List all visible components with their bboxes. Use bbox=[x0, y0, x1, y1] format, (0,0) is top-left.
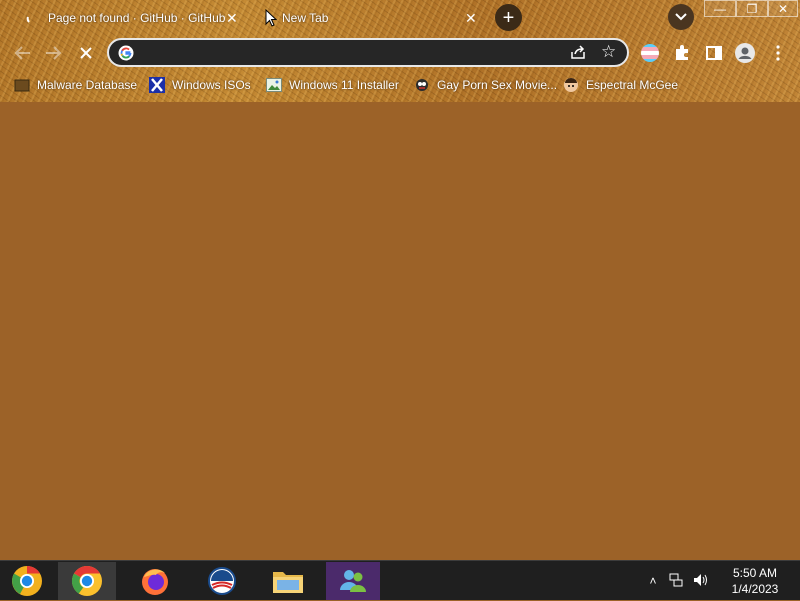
tab-title: New Tab bbox=[282, 11, 329, 25]
chrome-canary-icon bbox=[12, 566, 42, 596]
taskbar-messenger[interactable] bbox=[326, 562, 380, 600]
stop-button[interactable] bbox=[74, 41, 98, 65]
taskbar: ˄ 5:50 AM 1/4/2023 bbox=[0, 560, 800, 600]
bookmark-malware-database[interactable]: Malware Database bbox=[14, 74, 137, 96]
bookmark-label: Windows ISOs bbox=[172, 78, 251, 92]
tab-new-tab[interactable]: New Tab ✕ bbox=[262, 4, 484, 32]
plus-icon: + bbox=[502, 6, 515, 29]
new-tab-button[interactable]: + bbox=[495, 4, 522, 31]
bookmark-windows-11-installer[interactable]: Windows 11 Installer bbox=[266, 74, 399, 96]
loading-spinner-icon bbox=[26, 16, 30, 23]
obama-logo-icon bbox=[208, 567, 236, 595]
taskbar-firefox[interactable] bbox=[132, 562, 178, 600]
firefox-icon bbox=[142, 569, 168, 595]
window-controls: — ❐ ✕ bbox=[704, 0, 798, 18]
volume-icon[interactable] bbox=[692, 572, 708, 591]
show-hidden-icons-chevron[interactable]: ˄ bbox=[646, 574, 660, 588]
chevron-down-icon bbox=[675, 13, 687, 21]
messenger-icon bbox=[340, 570, 366, 592]
side-panel-icon[interactable] bbox=[703, 42, 725, 64]
close-window-button[interactable]: ✕ bbox=[768, 0, 798, 17]
taskbar-file-explorer[interactable] bbox=[262, 562, 314, 600]
folder-icon bbox=[273, 572, 303, 593]
google-g-icon bbox=[118, 45, 134, 61]
tab-title: Page not found · GitHub · GitHub bbox=[48, 11, 226, 25]
chrome-icon bbox=[71, 566, 102, 596]
bookmark-gay-porn-sex-movie[interactable]: Gay Porn Sex Movie... bbox=[414, 74, 557, 96]
arrow-right-icon bbox=[46, 46, 62, 60]
sonic-favicon-icon bbox=[414, 77, 430, 93]
maximize-button[interactable]: ❐ bbox=[736, 0, 768, 17]
clock-time: 5:50 AM bbox=[732, 566, 778, 580]
taskbar-obama-logo[interactable] bbox=[199, 562, 245, 600]
profile-avatar-icon[interactable] bbox=[734, 42, 756, 64]
address-bar[interactable]: ☆ bbox=[107, 38, 629, 67]
tab-search-button[interactable] bbox=[668, 4, 694, 30]
bookmark-label: Espectral McGee bbox=[586, 78, 679, 92]
tab-close-icon[interactable]: ✕ bbox=[226, 10, 238, 27]
network-icon[interactable] bbox=[668, 572, 684, 591]
taskbar-chrome-canary[interactable] bbox=[4, 562, 50, 600]
share-icon[interactable] bbox=[570, 44, 586, 60]
bookmark-espectral-mcgee[interactable]: Espectral McGee bbox=[563, 74, 678, 96]
x-favicon-icon bbox=[149, 77, 165, 93]
system-tray: ˄ bbox=[646, 561, 708, 601]
image-favicon-icon bbox=[266, 77, 282, 93]
address-input[interactable] bbox=[141, 43, 561, 63]
profile-flag-extension-icon[interactable] bbox=[639, 42, 661, 64]
toolbar: ☆ bbox=[0, 36, 800, 70]
arrow-left-icon bbox=[14, 46, 30, 60]
forward-button[interactable] bbox=[42, 41, 66, 65]
bookmark-label: Malware Database bbox=[37, 78, 138, 92]
stop-icon bbox=[80, 47, 92, 59]
bookmarks-bar: Malware Database Windows ISOs Windows 11… bbox=[0, 72, 800, 98]
bookmark-label: Windows 11 Installer bbox=[289, 78, 399, 92]
browser-frame: Page not found · GitHub · GitHub ✕ New T… bbox=[0, 0, 800, 102]
mouse-cursor-icon bbox=[265, 9, 277, 27]
clock[interactable]: 5:50 AM 1/4/2023 bbox=[720, 565, 790, 597]
clock-date: 1/4/2023 bbox=[731, 582, 779, 596]
bookmark-label: Gay Porn Sex Movie... bbox=[437, 78, 558, 92]
minimize-button[interactable]: — bbox=[704, 0, 736, 17]
malware-favicon-icon bbox=[14, 77, 30, 93]
tab-close-icon[interactable]: ✕ bbox=[465, 10, 477, 27]
back-button[interactable] bbox=[10, 41, 34, 65]
bookmark-star-icon[interactable]: ☆ bbox=[601, 42, 616, 62]
taskbar-chrome[interactable] bbox=[58, 562, 116, 600]
tab-github-not-found[interactable]: Page not found · GitHub · GitHub ✕ bbox=[20, 4, 250, 32]
bookmark-windows-isos[interactable]: Windows ISOs bbox=[149, 74, 251, 96]
menu-kebab-icon[interactable] bbox=[767, 42, 789, 64]
avatar-favicon-icon bbox=[563, 77, 579, 93]
extensions-puzzle-icon[interactable] bbox=[671, 42, 693, 64]
new-tab-page-content bbox=[0, 102, 800, 560]
